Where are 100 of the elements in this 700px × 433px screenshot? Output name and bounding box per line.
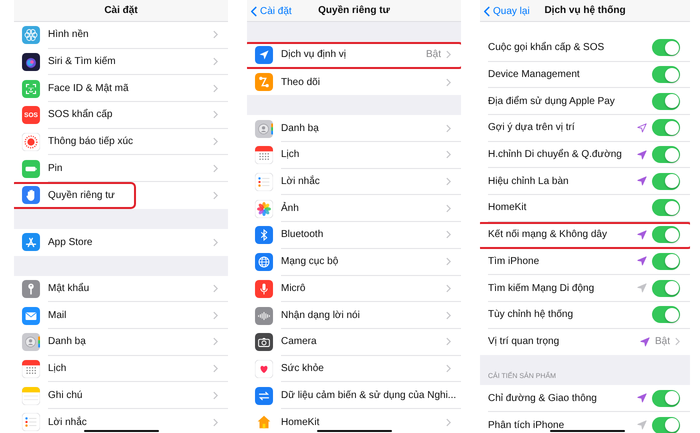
value-text: Bật (654, 336, 670, 348)
notepad-icon (22, 386, 40, 405)
row-label[interactable]: Nhận dạng lời nói (281, 310, 441, 321)
calendar-icon (22, 360, 40, 378)
app-store-icon (22, 233, 40, 252)
row-label[interactable]: Hình nền (48, 29, 208, 40)
row-label[interactable]: Siri & Tìm kiếm (48, 56, 208, 68)
row-label[interactable]: Theo dõi (281, 76, 441, 88)
back-button[interactable]: Cài đặt (251, 4, 292, 18)
row-label[interactable]: Dịch vụ định vị (281, 49, 421, 60)
chevron-icon (675, 337, 680, 346)
row-label[interactable]: Mail (48, 310, 208, 321)
row-label[interactable]: Tìm kiếm Mạng Di động (488, 282, 632, 294)
toggle-switch[interactable] (652, 172, 680, 190)
row-label[interactable]: Device Management (488, 69, 647, 80)
heart-icon (255, 360, 273, 378)
back-button[interactable]: Quay lại (484, 4, 530, 18)
row-label[interactable]: Bluetooth (281, 229, 441, 240)
row-label[interactable]: Hiệu chỉnh La bàn (488, 176, 632, 187)
toggle-switch[interactable] (652, 92, 680, 110)
chevron-icon (213, 57, 218, 66)
row-label[interactable]: Tùy chỉnh hệ thống (488, 309, 647, 320)
chevron-icon (213, 337, 218, 346)
toggle-switch[interactable] (652, 199, 680, 216)
chevron-icon (213, 84, 218, 93)
row-label[interactable]: Lời nhắc (48, 416, 208, 428)
row-label[interactable]: Sức khỏe (281, 362, 441, 374)
toggle-switch[interactable] (652, 280, 680, 297)
row-label[interactable]: Micrô (281, 282, 441, 294)
chevron-icon (446, 418, 451, 427)
chevron-icon (446, 257, 451, 266)
row-label[interactable]: Pin (48, 162, 208, 174)
chevron-icon (213, 30, 218, 40)
row-label[interactable]: Camera (281, 336, 441, 348)
toggle-switch[interactable] (652, 146, 680, 164)
arrows-icon (255, 386, 273, 405)
chevron-icon (213, 137, 218, 146)
chevron-icon (446, 50, 451, 60)
toggle-switch[interactable] (652, 390, 680, 407)
row-label[interactable]: App Store (48, 236, 208, 248)
row-label[interactable]: Chỉ đường & Giao thông (488, 392, 632, 404)
person-icon (22, 333, 40, 352)
toggle-switch[interactable] (652, 39, 680, 56)
toggle-switch[interactable] (652, 252, 680, 270)
row-label[interactable]: Mạng cục bộ (281, 256, 441, 268)
camera-icon (255, 333, 273, 352)
toggle-switch[interactable] (652, 416, 680, 433)
row-label[interactable]: Mật khẩu (48, 282, 208, 294)
calendar-icon (255, 146, 273, 164)
row-label[interactable]: Cuộc gọi khẩn cấp & SOS (488, 42, 647, 54)
list-icon (255, 173, 273, 192)
row-label[interactable]: Lịch (281, 149, 441, 160)
row-label[interactable]: Lời nhắc (281, 176, 441, 188)
chevron-icon (446, 310, 451, 320)
chevron-icon (213, 284, 218, 293)
waveform-icon (255, 306, 273, 325)
chevron-icon (213, 238, 218, 247)
row-label[interactable]: Face ID & Mật mã (48, 82, 208, 94)
row-label[interactable]: Vị trí quan trọng (488, 336, 635, 348)
chevron-icon (213, 418, 218, 427)
row-label[interactable]: Danh bạ (281, 122, 441, 134)
orb-icon (22, 53, 40, 72)
chevron-icon (446, 150, 451, 160)
row-label[interactable]: Quyền riêng tư (48, 190, 208, 201)
toggle-switch[interactable] (652, 119, 680, 136)
back-chevron-icon (251, 6, 257, 16)
chevron-icon (213, 164, 218, 173)
row-label[interactable]: HomeKit (488, 202, 647, 214)
row-label[interactable]: Ảnh (281, 202, 441, 214)
row-label[interactable]: Ghi chú (48, 390, 208, 401)
hand-icon (22, 186, 40, 204)
row-label[interactable]: H.chỉnh Di chuyển & Q.đường (488, 149, 632, 160)
row-label[interactable]: Địa điểm sử dụng Apple Pay (488, 96, 647, 107)
chevron-icon (213, 310, 218, 320)
face-frame-icon (22, 80, 40, 98)
chevron-icon (446, 364, 451, 373)
row-label[interactable]: HomeKit (281, 416, 441, 428)
row-label[interactable]: Dữ liệu cảm biến & sử dụng của Nghi... (281, 390, 456, 401)
row-label[interactable]: Danh bạ (48, 336, 208, 348)
chevron-icon (446, 124, 451, 133)
microphone-icon (255, 280, 273, 298)
chevron-icon (446, 204, 451, 213)
chevron-icon (446, 337, 451, 346)
row-label[interactable]: Gợi ý dựa trên vị trí (488, 122, 632, 134)
toggle-switch[interactable] (652, 226, 680, 244)
row-label[interactable]: Tìm iPhone (488, 256, 632, 267)
row-label[interactable]: Lịch (48, 362, 208, 374)
row-label[interactable]: Phân tích iPhone (488, 420, 632, 431)
bluetooth-icon (255, 226, 273, 244)
toggle-switch[interactable] (652, 306, 680, 324)
toggle-switch[interactable] (652, 66, 680, 84)
row-label[interactable]: Thông báo tiếp xúc (48, 136, 208, 148)
row-label[interactable]: SOS khẩn cấp (48, 109, 208, 120)
person-icon (255, 120, 273, 138)
chevron-icon (446, 230, 451, 240)
envelope-icon (22, 306, 40, 325)
globe-icon (255, 253, 273, 272)
row-label[interactable]: Kết nối mạng & Không dây (488, 229, 632, 240)
key-icon (22, 280, 40, 298)
petals-icon (255, 200, 273, 218)
